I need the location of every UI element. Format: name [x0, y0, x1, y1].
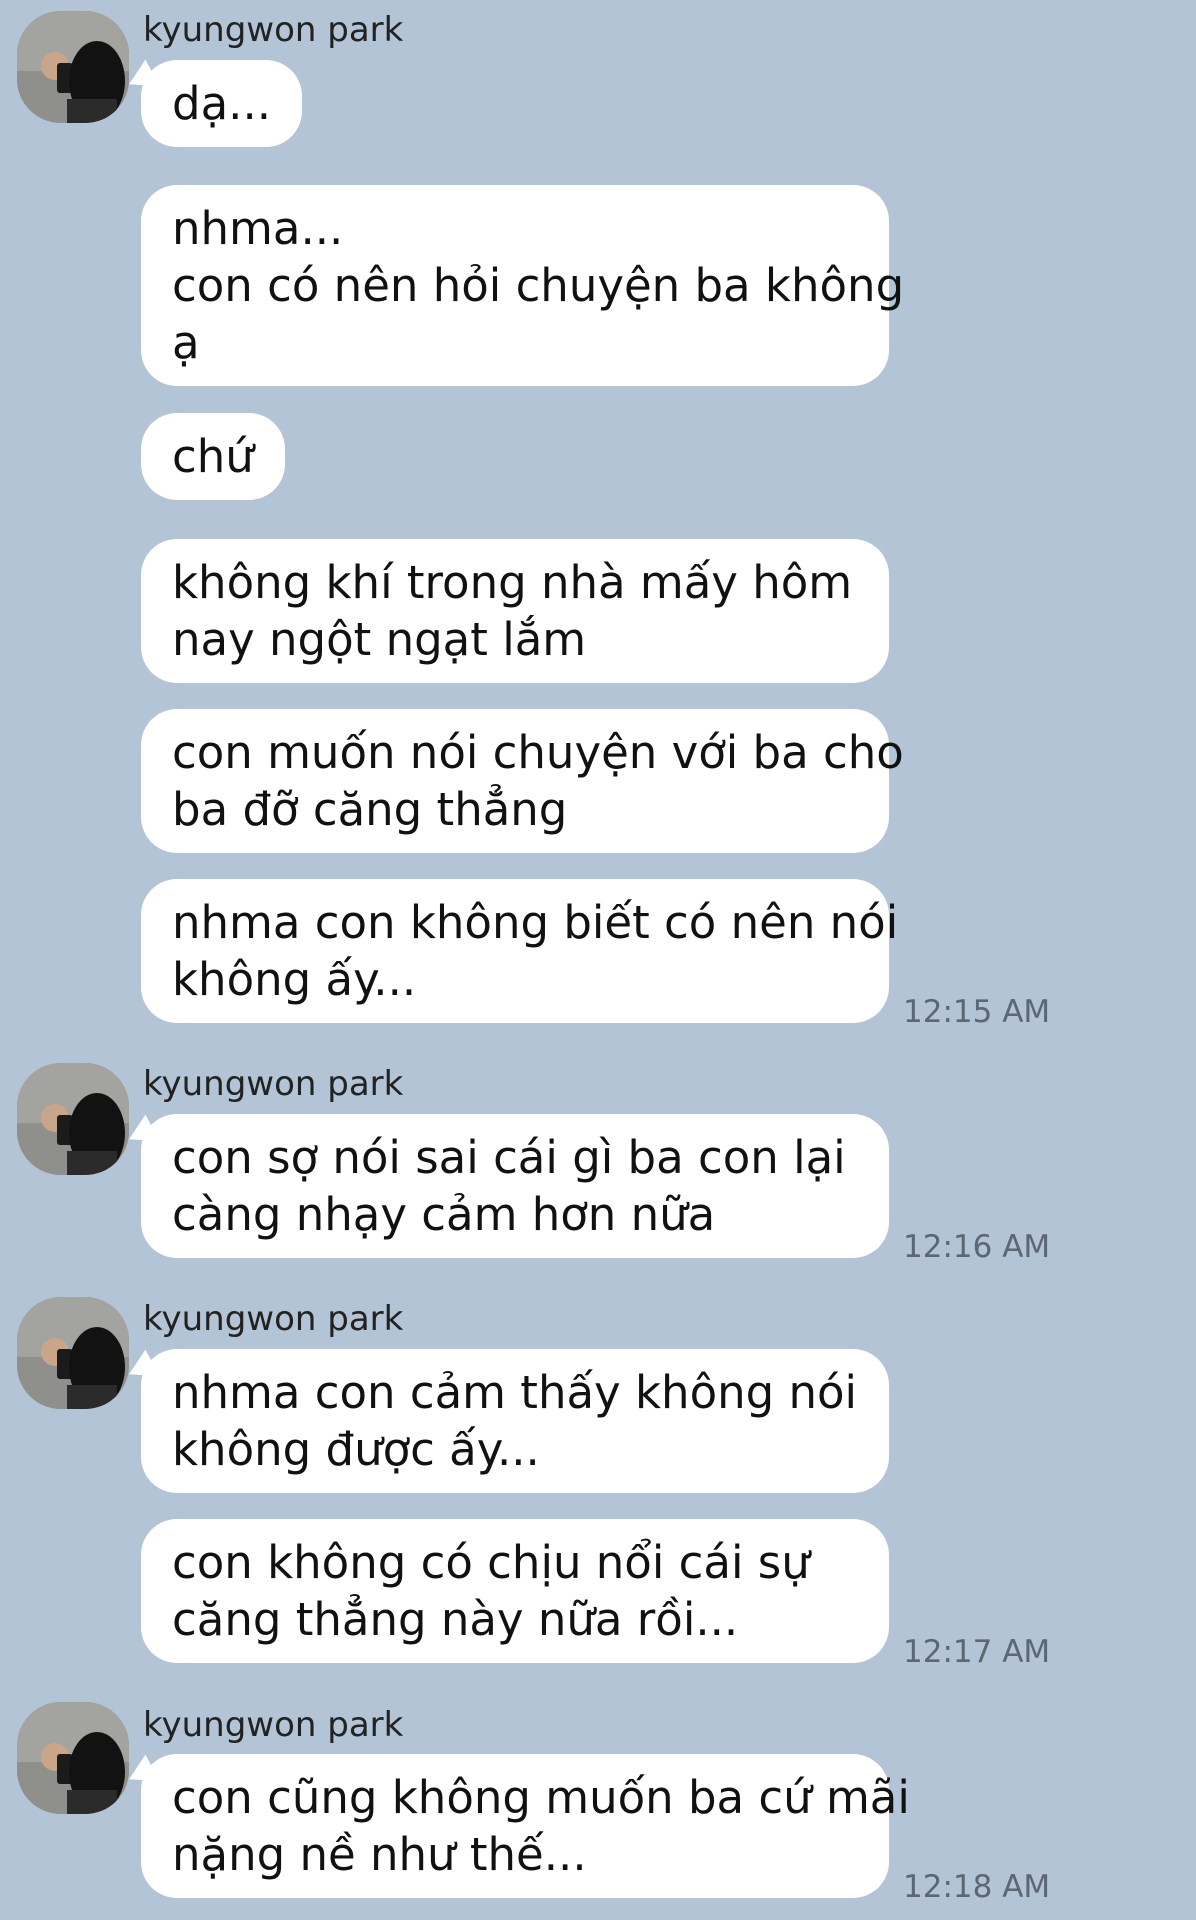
- message-line: ạ: [172, 316, 200, 369]
- message-line: căng thẳng này nữa rồi...: [172, 1593, 739, 1646]
- message-bubble[interactable]: con muốn nói chuyện với ba cho ba đỡ căn…: [141, 709, 904, 853]
- message-line: nhma con không biết có nên nói: [172, 896, 899, 949]
- message-line: càng nhạy cảm hơn nữa: [172, 1188, 716, 1241]
- message-timestamp: 12:18 AM: [903, 1869, 1051, 1905]
- message-line: con cũng không muốn ba cứ mãi: [172, 1771, 910, 1824]
- message-line: con sợ nói sai cái gì ba con lại: [172, 1131, 846, 1184]
- message-line: nay ngột ngạt lắm: [172, 613, 587, 666]
- message-line: không được ấy...: [172, 1423, 540, 1476]
- avatar-photo-icon: [17, 11, 129, 123]
- message-timestamp: 12:17 AM: [903, 1634, 1051, 1670]
- message-bubble[interactable]: con không có chịu nổi cái sự căng thẳng …: [141, 1519, 889, 1663]
- avatar[interactable]: [17, 11, 129, 123]
- message-line: con không có chịu nổi cái sự: [172, 1536, 810, 1589]
- message-bubble[interactable]: nhma con cảm thấy không nói không được ấ…: [141, 1349, 889, 1493]
- message-line: dạ...: [172, 77, 272, 130]
- message-timestamp: 12:16 AM: [903, 1229, 1051, 1265]
- message-bubble[interactable]: con sợ nói sai cái gì ba con lại càng nh…: [141, 1114, 889, 1258]
- message-bubble[interactable]: dạ...: [141, 60, 303, 147]
- avatar[interactable]: [17, 1063, 129, 1175]
- avatar-photo-icon: [17, 1297, 129, 1409]
- sender-name: kyungwon park: [143, 1299, 404, 1339]
- message-line: ba đỡ căng thẳng: [172, 783, 568, 836]
- message-line: không ấy...: [172, 953, 417, 1006]
- message-bubble[interactable]: nhma con không biết có nên nói không ấy.…: [141, 879, 899, 1023]
- message-bubble[interactable]: không khí trong nhà mấy hôm nay ngột ngạ…: [141, 539, 889, 683]
- sender-name: kyungwon park: [143, 1705, 404, 1745]
- avatar[interactable]: [17, 1702, 129, 1814]
- message-line: không khí trong nhà mấy hôm: [172, 556, 853, 609]
- avatar-photo-icon: [17, 1063, 129, 1175]
- message-line: con muốn nói chuyện với ba cho: [172, 726, 904, 779]
- sender-name: kyungwon park: [143, 10, 404, 50]
- message-bubble[interactable]: nhma... con có nên hỏi chuyện ba không ạ: [141, 185, 905, 386]
- message-bubble[interactable]: con cũng không muốn ba cứ mãi nặng nề nh…: [141, 1754, 910, 1898]
- message-line: nhma...: [172, 202, 344, 255]
- message-line: chứ: [172, 430, 254, 483]
- message-line: nhma con cảm thấy không nói: [172, 1366, 858, 1419]
- message-timestamp: 12:15 AM: [903, 994, 1051, 1030]
- message-line: nặng nề như thế...: [172, 1828, 587, 1881]
- avatar-photo-icon: [17, 1702, 129, 1814]
- message-bubble[interactable]: chứ: [141, 413, 285, 500]
- avatar[interactable]: [17, 1297, 129, 1409]
- message-line: con có nên hỏi chuyện ba không: [172, 259, 905, 312]
- sender-name: kyungwon park: [143, 1064, 404, 1104]
